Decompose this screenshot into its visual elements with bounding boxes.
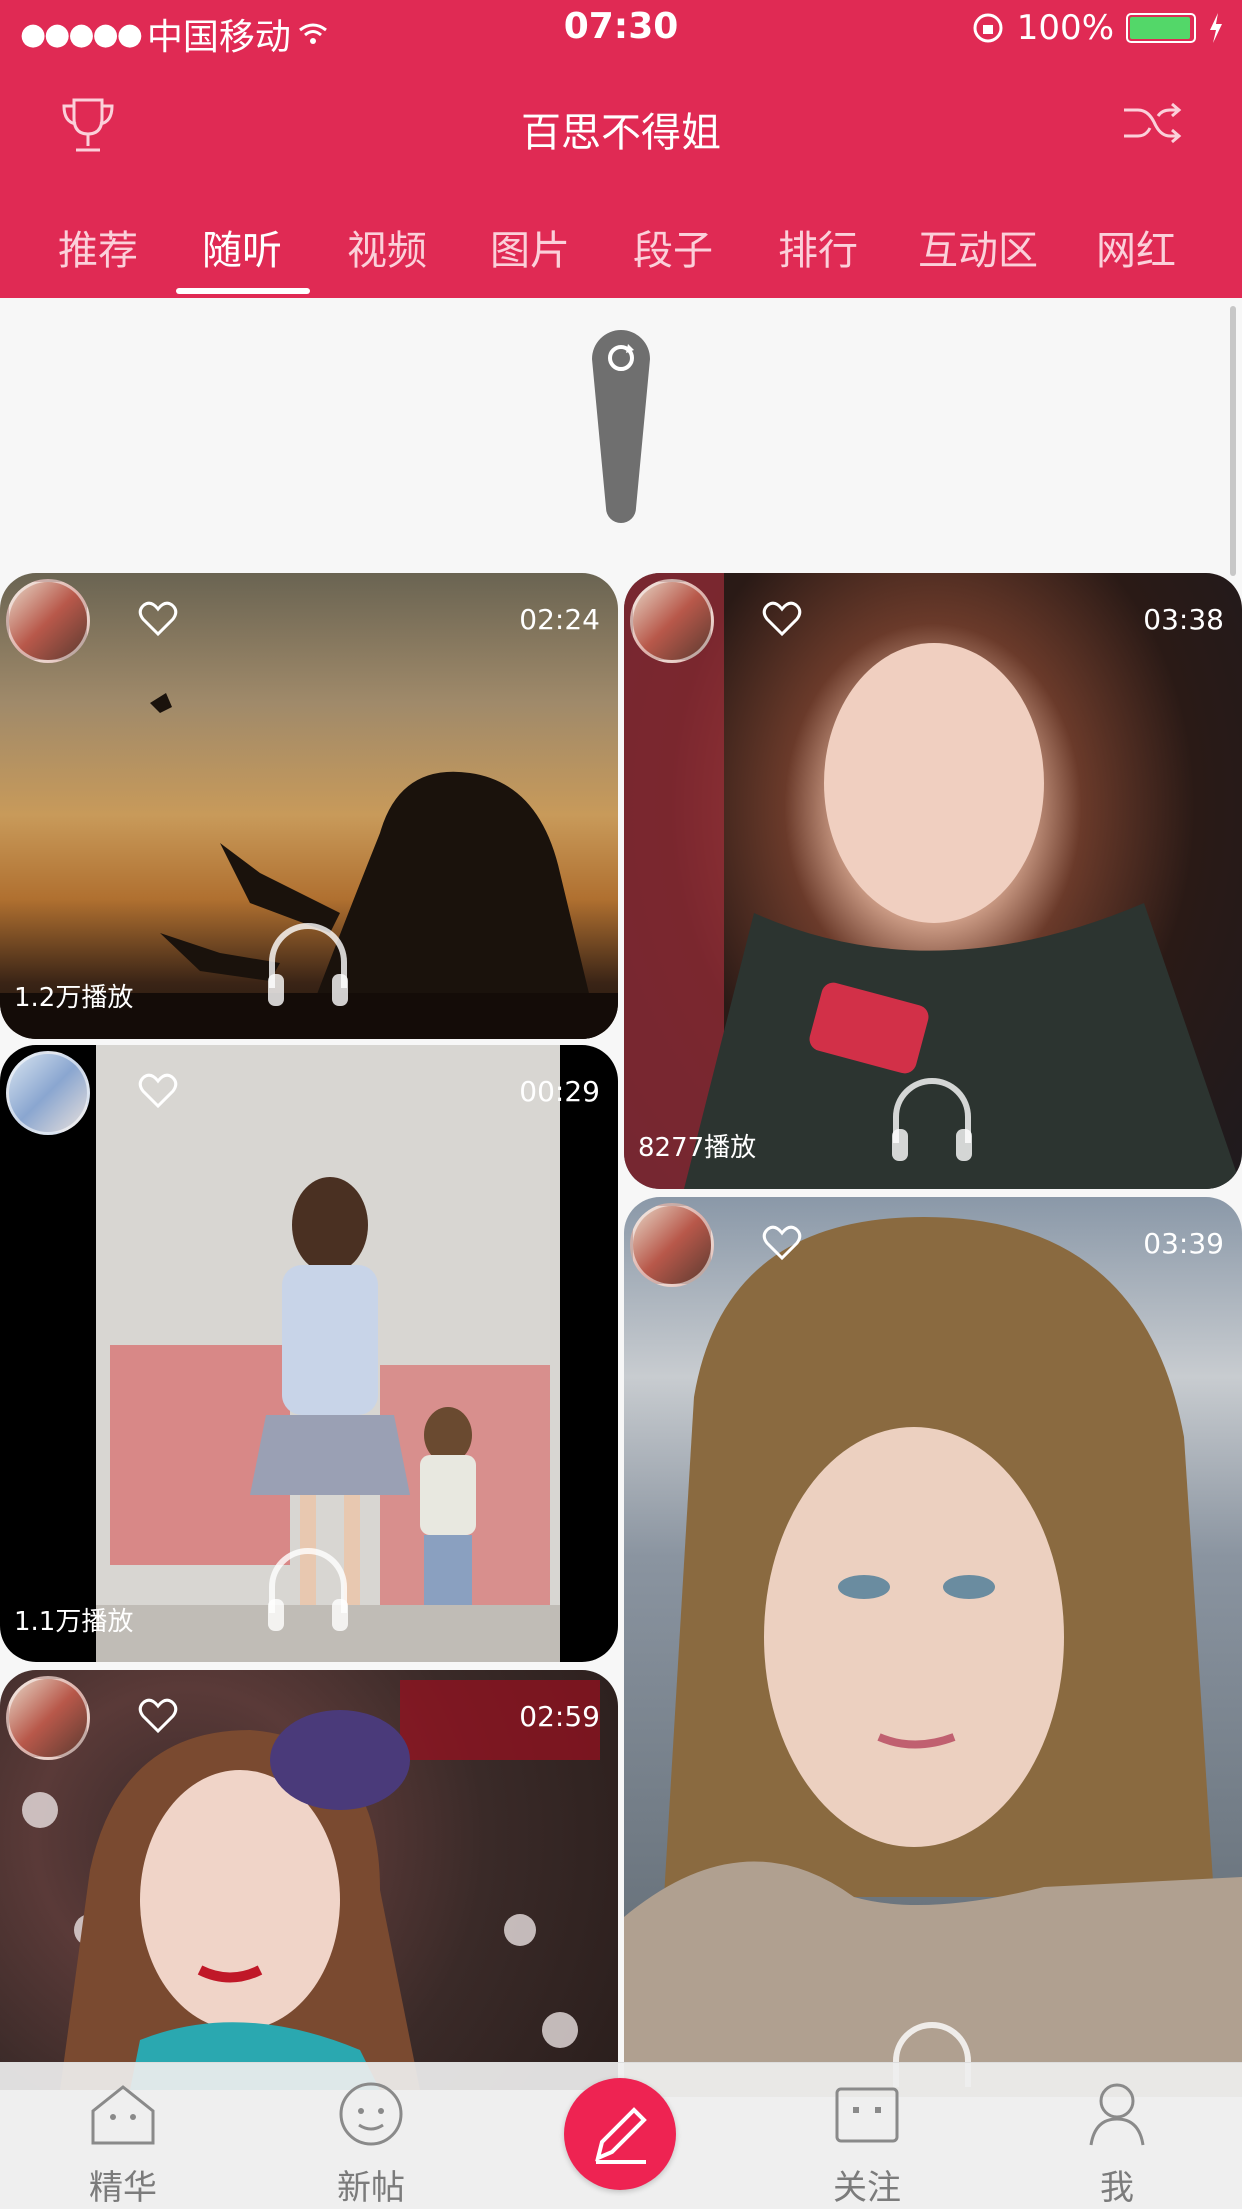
avatar[interactable] [6, 1676, 90, 1760]
tab-influencer[interactable]: 网红 [1096, 218, 1176, 276]
duration-label: 03:38 [1143, 603, 1224, 636]
category-tabs: 推荐 随听 视频 图片 段子 排行 互动区 网红 [0, 192, 1242, 298]
tab-label: 精华 [89, 2168, 157, 2208]
heart-icon[interactable] [762, 601, 802, 637]
tab-interactive[interactable]: 互动区 [918, 218, 1038, 276]
active-tab-indicator [176, 288, 310, 294]
house-icon [91, 2085, 155, 2145]
portrait-image [624, 1217, 1242, 2097]
smiley-icon [339, 2082, 403, 2146]
tab-label: 新帖 [337, 2168, 405, 2208]
heart-icon[interactable] [138, 1698, 178, 1734]
play-count: 1.2万播放 [14, 983, 134, 1013]
tab-follow[interactable]: 关注 [792, 2081, 942, 2209]
tab-ranking[interactable]: 排行 [778, 218, 858, 276]
battery-percent: 100% [1016, 8, 1114, 48]
portrait-image [22, 1680, 600, 2090]
scrollbar[interactable] [1230, 306, 1236, 576]
audio-card[interactable]: 02:59 [0, 1670, 618, 2090]
rotation-lock-icon [973, 13, 1003, 43]
audio-card[interactable]: 00:29 1.1万播放 [0, 1045, 618, 1662]
audio-card[interactable]: 02:24 1.2万播放 [0, 573, 618, 1039]
avatar[interactable] [630, 1203, 714, 1287]
headphones-icon[interactable] [262, 1543, 354, 1635]
shuffle-icon[interactable] [1122, 100, 1182, 146]
tab-new-posts[interactable]: 新帖 [296, 2081, 446, 2209]
play-count: 8277播放 [638, 1133, 757, 1163]
charging-icon [1210, 13, 1222, 43]
audio-card[interactable]: 03:39 [624, 1197, 1242, 2097]
play-count: 1.1万播放 [14, 1607, 134, 1637]
status-bar: ●●●●● 中国移动 07:30 100% [0, 0, 1242, 62]
tab-recommend[interactable]: 推荐 [58, 218, 138, 276]
nav-bar: 百思不得姐 [0, 62, 1242, 192]
follow-box-icon [835, 2087, 899, 2143]
duration-label: 02:24 [519, 603, 600, 636]
avatar[interactable] [6, 1051, 90, 1135]
page-title: 百思不得姐 [521, 110, 721, 156]
headphones-icon[interactable] [886, 1073, 978, 1165]
compose-button[interactable] [564, 2078, 676, 2190]
avatar[interactable] [630, 579, 714, 663]
tab-listen[interactable]: 随听 [202, 218, 282, 276]
duration-label: 02:59 [519, 1700, 600, 1733]
duration-label: 03:39 [1143, 1227, 1224, 1260]
tab-essence[interactable]: 精华 [48, 2081, 198, 2209]
battery-icon [1126, 13, 1196, 43]
pull-refresh-icon [592, 330, 650, 523]
tab-me[interactable]: 我 [1042, 2081, 1192, 2209]
audio-card[interactable]: 03:38 8277播放 [624, 573, 1242, 1189]
status-right: 100% [971, 8, 1224, 48]
person-icon [1089, 2083, 1145, 2146]
heart-icon[interactable] [138, 1073, 178, 1109]
heart-icon[interactable] [762, 1225, 802, 1261]
tab-label: 关注 [833, 2168, 901, 2208]
heart-icon[interactable] [138, 601, 178, 637]
headphones-icon[interactable] [262, 918, 354, 1010]
duration-label: 00:29 [519, 1075, 600, 1108]
pencil-icon [595, 2107, 647, 2164]
tab-label: 我 [1100, 2168, 1134, 2208]
tab-jokes[interactable]: 段子 [633, 218, 713, 276]
tab-pictures[interactable]: 图片 [490, 218, 570, 276]
tab-video[interactable]: 视频 [347, 218, 427, 276]
avatar[interactable] [6, 579, 90, 663]
